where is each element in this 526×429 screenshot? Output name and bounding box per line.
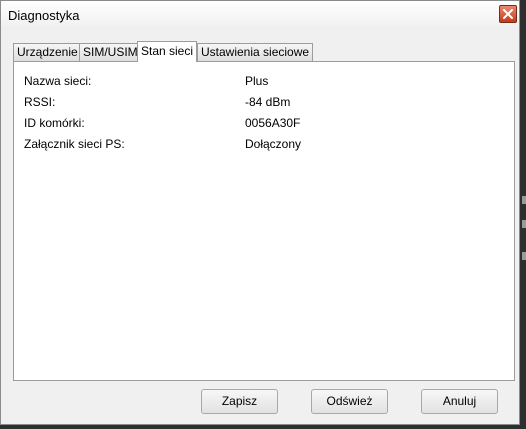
row-label: ID komórki: [24, 116, 85, 130]
tab-network-status[interactable]: Stan sieci [137, 41, 198, 62]
close-button[interactable] [499, 5, 517, 23]
background-window-edge-bottom [0, 425, 526, 429]
tab-label: Stan sieci [141, 44, 194, 58]
row-label: Załącznik sieci PS: [24, 137, 125, 151]
edge-notch [522, 220, 526, 228]
tab-label: Ustawienia sieciowe [201, 45, 310, 59]
row-value: -84 dBm [245, 95, 291, 109]
diagnostics-dialog: Diagnostyka Urządzenie SIM/USIM Stan sie… [0, 0, 520, 425]
cancel-button[interactable]: Anuluj [421, 389, 498, 414]
info-row-cell-id: ID komórki: 0056A30F [24, 116, 504, 132]
network-status-panel: Nazwa sieci: Plus RSSI: -84 dBm ID komór… [13, 61, 515, 381]
info-row-rssi: RSSI: -84 dBm [24, 95, 504, 111]
refresh-button[interactable]: Odśwież [311, 389, 388, 414]
row-label: Nazwa sieci: [24, 74, 92, 88]
row-label: RSSI: [24, 95, 56, 109]
edge-notch [522, 252, 526, 260]
tab-network-settings[interactable]: Ustawienia sieciowe [197, 43, 314, 61]
tab-device[interactable]: Urządzenie [13, 43, 82, 61]
tab-label: SIM/USIM [83, 45, 138, 59]
background-window-edge [520, 0, 526, 429]
close-icon [503, 9, 513, 19]
edge-notch [522, 196, 526, 204]
row-value: Plus [245, 74, 269, 88]
row-value: Dołączony [245, 137, 302, 151]
title-bar[interactable]: Diagnostyka [1, 1, 519, 31]
info-row-network-name: Nazwa sieci: Plus [24, 74, 504, 90]
row-value: 0056A30F [245, 116, 301, 130]
window-title: Diagnostyka [8, 8, 80, 23]
tab-label: Urządzenie [17, 45, 78, 59]
tab-sim[interactable]: SIM/USIM [79, 43, 142, 61]
save-button[interactable]: Zapisz [201, 389, 278, 414]
info-row-ps-attach: Załącznik sieci PS: Dołączony [24, 137, 504, 153]
